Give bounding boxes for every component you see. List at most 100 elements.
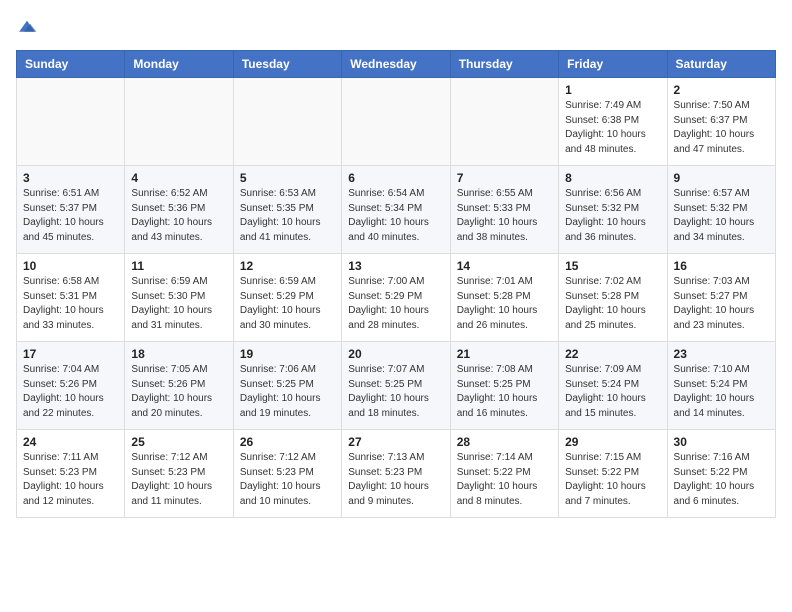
calendar-week-0: 1 Sunrise: 7:49 AM Sunset: 6:38 PM Daylig…: [17, 78, 776, 166]
logo: [16, 16, 40, 38]
day-info: Sunrise: 7:11 AM Sunset: 5:23 PM Dayligh…: [23, 451, 118, 509]
calendar-week-1: 3 Sunrise: 6:51 AM Sunset: 5:37 PM Daylig…: [17, 166, 776, 254]
calendar-cell: 16 Sunrise: 7:03 AM Sunset: 5:27 PM Dayli…: [667, 254, 775, 342]
day-info: Sunrise: 7:08 AM Sunset: 5:25 PM Dayligh…: [457, 363, 552, 421]
calendar-cell: 14Sunrise: 7:01 AM Sunset: 5:28 PM Dayli…: [450, 254, 558, 342]
calendar-cell: [233, 78, 341, 166]
calendar-cell: 7 Sunrise: 6:55 AM Sunset: 5:33 PM Daylig…: [450, 166, 558, 254]
day-number: 28: [457, 435, 552, 449]
day-number: 23: [674, 347, 769, 361]
calendar-cell: 4 Sunrise: 6:52 AM Sunset: 5:36 PM Daylig…: [125, 166, 233, 254]
calendar-cell: 24 Sunrise: 7:11 AM Sunset: 5:23 PM Dayli…: [17, 430, 125, 518]
calendar-table: SundayMondayTuesdayWednesdayThursdayFrid…: [16, 50, 776, 518]
calendar-cell: 18 Sunrise: 7:05 AM Sunset: 5:26 PM Dayli…: [125, 342, 233, 430]
day-number: 3: [23, 171, 118, 185]
calendar-body: 1 Sunrise: 7:49 AM Sunset: 6:38 PM Daylig…: [17, 78, 776, 518]
calendar-cell: 27 Sunrise: 7:13 AM Sunset: 5:23 PM Dayli…: [342, 430, 450, 518]
day-number: 29: [565, 435, 660, 449]
calendar-cell: 22 Sunrise: 7:09 AM Sunset: 5:24 PM Dayli…: [559, 342, 667, 430]
day-number: 9: [674, 171, 769, 185]
weekday-thursday: Thursday: [450, 51, 558, 78]
calendar-cell: 8 Sunrise: 6:56 AM Sunset: 5:32 PM Daylig…: [559, 166, 667, 254]
day-number: 10: [23, 259, 118, 273]
day-number: 22: [565, 347, 660, 361]
day-info: Sunrise: 7:12 AM Sunset: 5:23 PM Dayligh…: [131, 451, 226, 509]
day-number: 18: [131, 347, 226, 361]
day-number: 16: [674, 259, 769, 273]
day-info: Sunrise: 7:04 AM Sunset: 5:26 PM Dayligh…: [23, 363, 118, 421]
day-number: 11: [131, 259, 226, 273]
calendar-cell: 26 Sunrise: 7:12 AM Sunset: 5:23 PM Dayli…: [233, 430, 341, 518]
day-number: 24: [23, 435, 118, 449]
day-number: 27: [348, 435, 443, 449]
day-info: Sunrise: 6:59 AM Sunset: 5:29 PM Dayligh…: [240, 275, 335, 333]
calendar-week-4: 24 Sunrise: 7:11 AM Sunset: 5:23 PM Dayli…: [17, 430, 776, 518]
calendar-header: SundayMondayTuesdayWednesdayThursdayFrid…: [17, 51, 776, 78]
calendar-cell: 1 Sunrise: 7:49 AM Sunset: 6:38 PM Daylig…: [559, 78, 667, 166]
day-info: Sunrise: 6:56 AM Sunset: 5:32 PM Dayligh…: [565, 187, 660, 245]
day-number: 19: [240, 347, 335, 361]
calendar-cell: 30 Sunrise: 7:16 AM Sunset: 5:22 PM Dayli…: [667, 430, 775, 518]
calendar-cell: [17, 78, 125, 166]
weekday-tuesday: Tuesday: [233, 51, 341, 78]
day-number: 1: [565, 83, 660, 97]
weekday-wednesday: Wednesday: [342, 51, 450, 78]
day-info: Sunrise: 7:16 AM Sunset: 5:22 PM Dayligh…: [674, 451, 769, 509]
day-number: 12: [240, 259, 335, 273]
day-info: Sunrise: 6:59 AM Sunset: 5:30 PM Dayligh…: [131, 275, 226, 333]
day-number: 25: [131, 435, 226, 449]
day-number: 30: [674, 435, 769, 449]
logo-icon: [16, 16, 38, 38]
day-info: Sunrise: 7:09 AM Sunset: 5:24 PM Dayligh…: [565, 363, 660, 421]
calendar-cell: 21Sunrise: 7:08 AM Sunset: 5:25 PM Dayli…: [450, 342, 558, 430]
day-info: Sunrise: 7:49 AM Sunset: 6:38 PM Dayligh…: [565, 99, 660, 157]
weekday-saturday: Saturday: [667, 51, 775, 78]
day-info: Sunrise: 7:03 AM Sunset: 5:27 PM Dayligh…: [674, 275, 769, 333]
calendar-cell: 25 Sunrise: 7:12 AM Sunset: 5:23 PM Dayli…: [125, 430, 233, 518]
day-number: 2: [674, 83, 769, 97]
calendar-cell: 6 Sunrise: 6:54 AM Sunset: 5:34 PM Daylig…: [342, 166, 450, 254]
day-info: Sunrise: 6:54 AM Sunset: 5:34 PM Dayligh…: [348, 187, 443, 245]
calendar-cell: [450, 78, 558, 166]
day-info: Sunrise: 7:13 AM Sunset: 5:23 PM Dayligh…: [348, 451, 443, 509]
calendar-cell: 3 Sunrise: 6:51 AM Sunset: 5:37 PM Daylig…: [17, 166, 125, 254]
calendar-cell: 11 Sunrise: 6:59 AM Sunset: 5:30 PM Dayli…: [125, 254, 233, 342]
day-number: 4: [131, 171, 226, 185]
day-info: Sunrise: 7:14 AM Sunset: 5:22 PM Dayligh…: [457, 451, 552, 509]
day-number: 8: [565, 171, 660, 185]
calendar-cell: [125, 78, 233, 166]
day-info: Sunrise: 7:15 AM Sunset: 5:22 PM Dayligh…: [565, 451, 660, 509]
calendar-cell: 5Sunrise: 6:53 AM Sunset: 5:35 PM Daylig…: [233, 166, 341, 254]
calendar-cell: 23 Sunrise: 7:10 AM Sunset: 5:24 PM Dayli…: [667, 342, 775, 430]
calendar-cell: 20Sunrise: 7:07 AM Sunset: 5:25 PM Dayli…: [342, 342, 450, 430]
day-info: Sunrise: 7:50 AM Sunset: 6:37 PM Dayligh…: [674, 99, 769, 157]
day-number: 5: [240, 171, 335, 185]
day-info: Sunrise: 6:58 AM Sunset: 5:31 PM Dayligh…: [23, 275, 118, 333]
day-number: 6: [348, 171, 443, 185]
day-info: Sunrise: 6:52 AM Sunset: 5:36 PM Dayligh…: [131, 187, 226, 245]
calendar-week-3: 17Sunrise: 7:04 AM Sunset: 5:26 PM Dayli…: [17, 342, 776, 430]
day-info: Sunrise: 7:05 AM Sunset: 5:26 PM Dayligh…: [131, 363, 226, 421]
day-number: 15: [565, 259, 660, 273]
calendar-week-2: 10 Sunrise: 6:58 AM Sunset: 5:31 PM Dayli…: [17, 254, 776, 342]
calendar-cell: 15Sunrise: 7:02 AM Sunset: 5:28 PM Dayli…: [559, 254, 667, 342]
page-header: [16, 16, 776, 38]
calendar-cell: 12 Sunrise: 6:59 AM Sunset: 5:29 PM Dayli…: [233, 254, 341, 342]
day-info: Sunrise: 6:51 AM Sunset: 5:37 PM Dayligh…: [23, 187, 118, 245]
day-info: Sunrise: 7:12 AM Sunset: 5:23 PM Dayligh…: [240, 451, 335, 509]
day-info: Sunrise: 6:55 AM Sunset: 5:33 PM Dayligh…: [457, 187, 552, 245]
day-info: Sunrise: 7:10 AM Sunset: 5:24 PM Dayligh…: [674, 363, 769, 421]
calendar-cell: 10 Sunrise: 6:58 AM Sunset: 5:31 PM Dayli…: [17, 254, 125, 342]
day-info: Sunrise: 6:57 AM Sunset: 5:32 PM Dayligh…: [674, 187, 769, 245]
day-number: 13: [348, 259, 443, 273]
weekday-header-row: SundayMondayTuesdayWednesdayThursdayFrid…: [17, 51, 776, 78]
day-info: Sunrise: 7:00 AM Sunset: 5:29 PM Dayligh…: [348, 275, 443, 333]
day-number: 26: [240, 435, 335, 449]
weekday-monday: Monday: [125, 51, 233, 78]
calendar-cell: 2 Sunrise: 7:50 AM Sunset: 6:37 PM Daylig…: [667, 78, 775, 166]
calendar-cell: 9 Sunrise: 6:57 AM Sunset: 5:32 PM Daylig…: [667, 166, 775, 254]
calendar-cell: 13 Sunrise: 7:00 AM Sunset: 5:29 PM Dayli…: [342, 254, 450, 342]
calendar-cell: 17Sunrise: 7:04 AM Sunset: 5:26 PM Dayli…: [17, 342, 125, 430]
day-number: 7: [457, 171, 552, 185]
day-info: Sunrise: 7:07 AM Sunset: 5:25 PM Dayligh…: [348, 363, 443, 421]
